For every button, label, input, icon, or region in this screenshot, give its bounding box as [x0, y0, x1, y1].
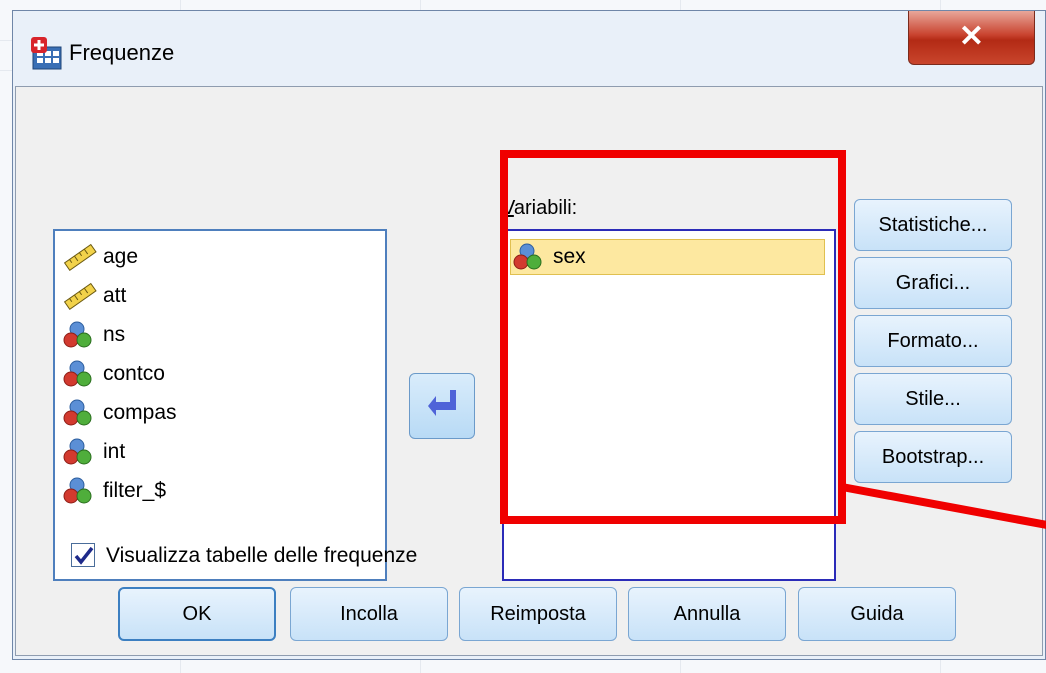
bootstrap-button[interactable]: Bootstrap...: [854, 431, 1012, 483]
paste-button[interactable]: Incolla: [290, 587, 448, 641]
reset-button[interactable]: Reimposta: [459, 587, 617, 641]
format-button-label: Formato...: [887, 329, 979, 352]
list-item-contco[interactable]: contco: [61, 356, 165, 392]
list-item-label: int: [103, 440, 126, 463]
list-item-int[interactable]: int: [61, 434, 125, 470]
reset-button-label: Reimposta: [490, 602, 586, 625]
list-item-compas[interactable]: compas: [61, 395, 177, 431]
move-left-arrow-button[interactable]: [409, 373, 475, 439]
statistics-button-label: Statistiche...: [878, 213, 988, 236]
list-item-label: age: [103, 245, 139, 268]
arrow-left-icon: [428, 390, 456, 416]
nominal-balls-icon: [61, 398, 99, 428]
bootstrap-button-label: Bootstrap...: [881, 445, 985, 468]
charts-button-label: Grafici...: [895, 271, 971, 294]
title-bar[interactable]: Frequenze ✕: [13, 11, 1045, 81]
ok-button[interactable]: OK: [118, 587, 276, 641]
nominal-balls-icon: [61, 476, 99, 506]
highlight-rectangle: [500, 150, 846, 524]
close-icon: ✕: [958, 20, 985, 53]
charts-button[interactable]: Grafici...: [854, 257, 1012, 309]
list-item-label: ns: [103, 323, 126, 346]
nominal-balls-icon: [61, 359, 99, 389]
close-button[interactable]: ✕: [908, 11, 1035, 65]
paste-button-label: Incolla: [340, 602, 398, 625]
list-item-att[interactable]: att: [61, 278, 126, 314]
style-button-label: Stile...: [905, 387, 961, 410]
list-item-label: contco: [103, 362, 165, 385]
scale-ruler-icon: [61, 242, 99, 272]
list-item-ns[interactable]: ns: [61, 317, 125, 353]
list-item-filter[interactable]: filter_$: [61, 473, 166, 509]
format-button[interactable]: Formato...: [854, 315, 1012, 367]
nominal-balls-icon: [61, 320, 99, 350]
ok-button-label: OK: [182, 602, 212, 625]
list-item-label: compas: [103, 401, 177, 424]
help-button[interactable]: Guida: [798, 587, 956, 641]
show-frequency-tables-checkbox[interactable]: [71, 543, 95, 567]
statistics-button[interactable]: Statistiche...: [854, 199, 1012, 251]
cancel-button[interactable]: Annulla: [628, 587, 786, 641]
nominal-balls-icon: [61, 437, 99, 467]
source-variable-list[interactable]: age att ns contco compas int filter_$: [53, 229, 387, 581]
dialog-title: Frequenze: [69, 40, 175, 65]
list-item-age[interactable]: age: [61, 239, 138, 275]
style-button[interactable]: Stile...: [854, 373, 1012, 425]
show-frequency-tables-label: Visualizza tabelle delle frequenze: [106, 544, 418, 567]
list-item-label: att: [103, 284, 127, 307]
scale-ruler-icon: [61, 281, 99, 311]
checkmark-icon: [74, 546, 94, 565]
cancel-button-label: Annulla: [673, 602, 741, 625]
frequencies-app-icon: [31, 37, 62, 70]
help-button-label: Guida: [850, 602, 904, 625]
list-item-label: filter_$: [103, 479, 167, 502]
